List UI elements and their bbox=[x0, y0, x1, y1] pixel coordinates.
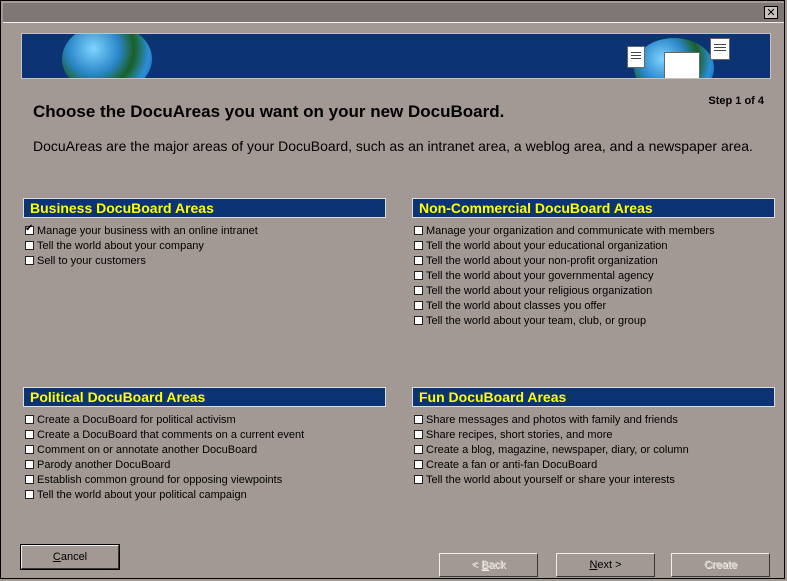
option-row[interactable]: Share messages and photos with family an… bbox=[412, 412, 775, 427]
option-checkbox[interactable] bbox=[414, 241, 423, 250]
option-label: Share recipes, short stories, and more bbox=[426, 428, 613, 441]
document-icon bbox=[664, 52, 700, 78]
option-row[interactable]: Tell the world about your team, club, or… bbox=[412, 313, 775, 328]
option-row[interactable]: Tell the world about your educational or… bbox=[412, 238, 775, 253]
option-label: Establish common ground for opposing vie… bbox=[37, 473, 283, 486]
option-label: Parody another DocuBoard bbox=[37, 458, 171, 471]
option-label: Comment on or annotate another DocuBoard bbox=[37, 443, 258, 456]
group-header: Non-Commercial DocuBoard Areas bbox=[412, 198, 775, 218]
option-checkbox[interactable] bbox=[414, 460, 423, 469]
option-checkbox[interactable] bbox=[414, 445, 423, 454]
option-row[interactable]: Manage your business with an online intr… bbox=[23, 223, 386, 238]
option-checkbox[interactable] bbox=[414, 271, 423, 280]
option-checkbox[interactable] bbox=[414, 286, 423, 295]
cancel-button[interactable]: Cancel bbox=[20, 544, 120, 570]
globe-icon bbox=[62, 34, 152, 78]
intro-text: DocuAreas are the major areas of your Do… bbox=[33, 138, 753, 154]
option-label: Tell the world about yourself or share y… bbox=[426, 473, 675, 486]
back-button[interactable]: < Back bbox=[439, 553, 538, 577]
next-button[interactable]: Next > bbox=[556, 553, 655, 577]
group-header: Fun DocuBoard Areas bbox=[412, 387, 775, 407]
option-label: Tell the world about your governmental a… bbox=[426, 269, 654, 282]
option-checkbox[interactable] bbox=[25, 241, 34, 250]
option-row[interactable]: Create a DocuBoard for political activis… bbox=[23, 412, 386, 427]
option-checkbox[interactable] bbox=[25, 256, 34, 265]
banner bbox=[21, 33, 771, 79]
close-button[interactable]: ✕ bbox=[764, 6, 778, 19]
group-header: Political DocuBoard Areas bbox=[23, 387, 386, 407]
option-label: Tell the world about your political camp… bbox=[37, 488, 247, 501]
option-row[interactable]: Create a fan or anti-fan DocuBoard bbox=[412, 457, 775, 472]
step-indicator: Step 1 of 4 bbox=[708, 95, 764, 107]
option-checkbox[interactable] bbox=[25, 475, 34, 484]
option-label: Create a fan or anti-fan DocuBoard bbox=[426, 458, 598, 471]
option-checkbox[interactable] bbox=[414, 415, 423, 424]
option-checkbox[interactable] bbox=[25, 460, 34, 469]
option-checkbox[interactable] bbox=[25, 430, 34, 439]
group-fun: Fun DocuBoard Areas Share messages and p… bbox=[412, 387, 775, 487]
option-checkbox[interactable] bbox=[414, 316, 423, 325]
option-label: Create a DocuBoard that comments on a cu… bbox=[37, 428, 305, 441]
option-row[interactable]: Tell the world about your company bbox=[23, 238, 386, 253]
option-row[interactable]: Tell the world about your governmental a… bbox=[412, 268, 775, 283]
option-checkbox[interactable] bbox=[414, 256, 423, 265]
page-heading: Choose the DocuAreas you want on your ne… bbox=[33, 102, 505, 121]
group-political: Political DocuBoard Areas Create a DocuB… bbox=[23, 387, 386, 502]
document-icon bbox=[710, 38, 730, 60]
option-checkbox[interactable] bbox=[414, 475, 423, 484]
option-row[interactable]: Share recipes, short stories, and more bbox=[412, 427, 775, 442]
option-checkbox[interactable] bbox=[25, 415, 34, 424]
option-label: Manage your organization and communicate… bbox=[426, 224, 715, 237]
option-checkbox[interactable] bbox=[25, 490, 34, 499]
option-label: Tell the world about your religious orga… bbox=[426, 284, 653, 297]
option-row[interactable]: Create a blog, magazine, newspaper, diar… bbox=[412, 442, 775, 457]
option-label: Tell the world about your non-profit org… bbox=[426, 254, 658, 267]
option-label: Create a blog, magazine, newspaper, diar… bbox=[426, 443, 689, 456]
option-row[interactable]: Tell the world about your political camp… bbox=[23, 487, 386, 502]
option-checkbox[interactable] bbox=[414, 301, 423, 310]
option-label: Tell the world about your team, club, or… bbox=[426, 314, 647, 327]
option-row[interactable]: Tell the world about classes you offer bbox=[412, 298, 775, 313]
option-row[interactable]: Comment on or annotate another DocuBoard bbox=[23, 442, 386, 457]
option-row[interactable]: Parody another DocuBoard bbox=[23, 457, 386, 472]
create-button[interactable]: Create bbox=[671, 553, 770, 577]
close-icon: ✕ bbox=[766, 6, 776, 19]
option-checkbox[interactable] bbox=[414, 430, 423, 439]
group-noncommercial: Non-Commercial DocuBoard Areas Manage yo… bbox=[412, 198, 775, 328]
option-label: Tell the world about classes you offer bbox=[426, 299, 607, 312]
option-label: Tell the world about your educational or… bbox=[426, 239, 668, 252]
wizard-window: ✕ Choose the DocuAreas you want on your … bbox=[0, 0, 785, 579]
option-label: Create a DocuBoard for political activis… bbox=[37, 413, 236, 426]
title-bar: ✕ bbox=[3, 3, 784, 23]
group-business: Business DocuBoard Areas Manage your bus… bbox=[23, 198, 386, 268]
option-label: Tell the world about your company bbox=[37, 239, 204, 252]
option-row[interactable]: Sell to your customers bbox=[23, 253, 386, 268]
option-label: Sell to your customers bbox=[37, 254, 146, 267]
option-label: Manage your business with an online intr… bbox=[37, 224, 258, 237]
option-row[interactable]: Tell the world about yourself or share y… bbox=[412, 472, 775, 487]
option-row[interactable]: Tell the world about your non-profit org… bbox=[412, 253, 775, 268]
option-checkbox[interactable] bbox=[25, 223, 34, 235]
document-icon bbox=[627, 46, 645, 68]
option-row[interactable]: Establish common ground for opposing vie… bbox=[23, 472, 386, 487]
option-row[interactable]: Manage your organization and communicate… bbox=[412, 223, 775, 238]
group-header: Business DocuBoard Areas bbox=[23, 198, 386, 218]
option-checkbox[interactable] bbox=[25, 445, 34, 454]
option-checkbox[interactable] bbox=[414, 226, 423, 235]
option-label: Share messages and photos with family an… bbox=[426, 413, 678, 426]
option-row[interactable]: Tell the world about your religious orga… bbox=[412, 283, 775, 298]
option-row[interactable]: Create a DocuBoard that comments on a cu… bbox=[23, 427, 386, 442]
